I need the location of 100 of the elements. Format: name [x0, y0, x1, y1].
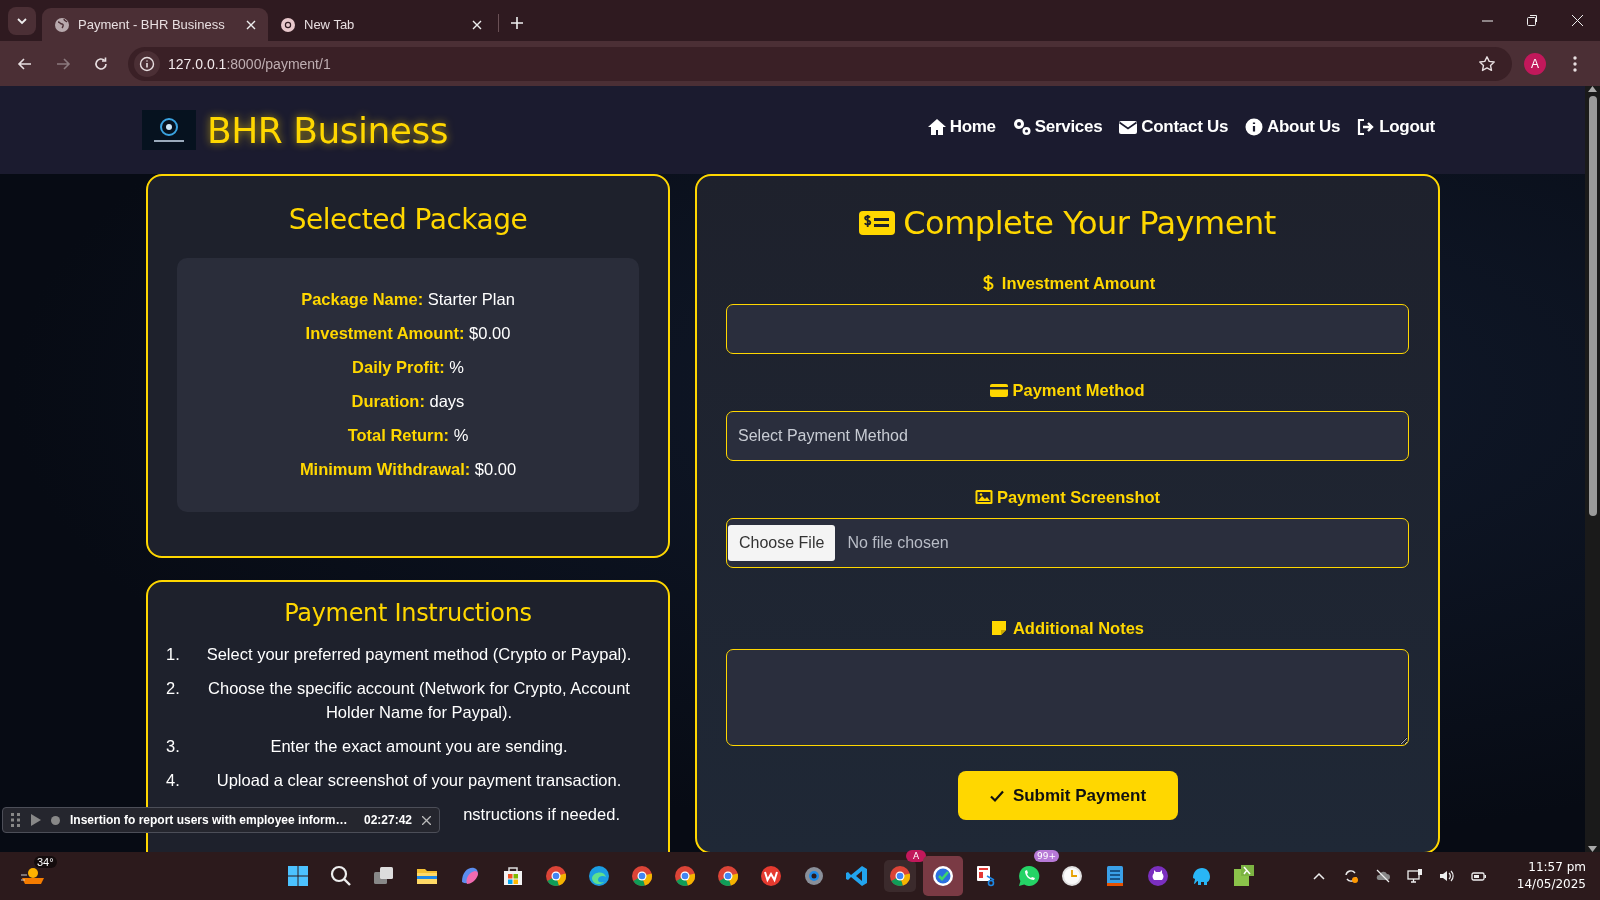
home-icon [926, 117, 947, 137]
reload-icon [93, 55, 109, 72]
globe-icon [54, 16, 70, 33]
package-detail: Investment Amount: $0.00 [304, 323, 512, 344]
brand-name: BHR Business [207, 109, 448, 151]
drag-handle-icon [11, 813, 21, 827]
taskbar-app-button[interactable] [923, 856, 963, 896]
chat-icon [1017, 864, 1041, 888]
amount-field[interactable] [726, 304, 1409, 354]
field-label: Payment Screenshot [996, 487, 1161, 507]
play-icon [31, 814, 41, 826]
close-icon [246, 19, 256, 30]
close-button[interactable] [422, 815, 431, 825]
step-number: 2. [166, 678, 181, 699]
weather-widget[interactable]: 34° [20, 856, 60, 896]
clock[interactable]: 11:57 pm 14/05/2025 [1512, 855, 1590, 897]
package-detail: Duration: days [350, 391, 466, 412]
temperature-text: 34° [34, 856, 57, 868]
browser-tab[interactable]: New Tab [268, 8, 494, 41]
step-number: 1. [166, 644, 181, 665]
forward-arrow-icon [55, 55, 71, 72]
nav-link[interactable]: About Us [1244, 117, 1341, 137]
browser-logo-icon [280, 16, 296, 33]
step-number: 3. [166, 736, 181, 757]
star-icon [1478, 54, 1496, 73]
file-input[interactable]: Choose File No file chosen [726, 518, 1409, 568]
close-icon [1572, 15, 1583, 26]
start-icon [286, 864, 310, 888]
store-icon [501, 864, 525, 888]
notification-badge: 99+ [1034, 850, 1059, 862]
url-text: 127.0.0.1:8000/payment/1 [168, 55, 332, 72]
tab-list-button[interactable] [8, 7, 36, 35]
file-status: No file chosen [847, 534, 949, 552]
instruction-text: Upload a clear screenshot of your payment transaction. [215, 770, 623, 791]
logo [142, 110, 196, 150]
nav-link[interactable]: Logout [1356, 117, 1435, 137]
package-detail: Daily Profit: % [351, 357, 465, 378]
time-text: 11:57 pm [1528, 859, 1586, 876]
cloud-off-icon [1374, 868, 1391, 884]
submit-button[interactable]: Submit Payment [957, 771, 1178, 820]
note-icon [990, 619, 1009, 637]
credit-card-icon [990, 381, 1009, 399]
browser-tab[interactable]: Payment - BHR Business [42, 8, 268, 41]
w-app-icon [759, 864, 783, 888]
taskbar-app-button[interactable] [884, 860, 916, 892]
instruction-text: Select your preferred payment method (Crypto or Paypal). [205, 644, 633, 665]
step-number: 4. [166, 770, 181, 791]
scrollbar[interactable] [1585, 86, 1600, 852]
card-title: Selected Package [287, 202, 529, 238]
card-title: Payment Instructions [283, 598, 533, 629]
card-title: Complete Your Payment [903, 203, 1276, 243]
field-label: Investment Amount [1001, 273, 1156, 293]
instruction-text: Choose the specific account (Network for Crypto, Account Holder Name for Paypal). [207, 678, 631, 723]
info-icon [139, 55, 155, 72]
checkmark-badge-icon [931, 864, 955, 888]
record-dot-icon [51, 815, 60, 825]
gears-icon [1011, 117, 1032, 137]
money-bill-icon [859, 210, 896, 236]
recording-time: 02:27:42 [363, 813, 412, 827]
instruction-text: nstructions if needed. [463, 804, 620, 825]
gear-icon [802, 864, 826, 888]
profile-avatar[interactable]: A [1524, 52, 1546, 75]
code-editor-icon [845, 864, 869, 888]
new-tab-button[interactable] [509, 15, 525, 31]
site-info-button[interactable] [134, 50, 160, 77]
nav-link[interactable]: Contact Us [1118, 117, 1229, 137]
package-detail: Minimum Withdrawal: $0.00 [298, 459, 518, 480]
image-icon [974, 488, 993, 506]
info-icon [1244, 117, 1265, 137]
close-icon [472, 19, 482, 30]
date-text: 14/05/2025 [1516, 876, 1586, 893]
clock-icon [1060, 864, 1084, 888]
address-bar[interactable]: 127.0.0.1:8000/payment/1 [128, 46, 1512, 81]
notes-field[interactable] [726, 649, 1409, 746]
sync-icon [1342, 868, 1359, 884]
restore-icon [1527, 15, 1538, 26]
network-icon [1406, 868, 1423, 884]
more-icon [1573, 55, 1577, 72]
choose-file-button[interactable]: Choose File [728, 525, 836, 561]
nav-link[interactable]: Home [926, 117, 996, 137]
back-arrow-icon [17, 55, 33, 72]
browser-icon [888, 864, 912, 888]
instruction-text: Enter the exact amount you are sending. [269, 736, 569, 757]
field-label: Payment Method [1012, 380, 1145, 400]
close-icon [422, 815, 431, 825]
weather-icon [20, 865, 46, 887]
nav-link[interactable]: Services [1011, 117, 1103, 137]
payment-method-dropdown[interactable]: Select Payment Method [726, 411, 1409, 461]
chevron-down-icon [16, 15, 28, 27]
lambda-icon [1232, 864, 1256, 888]
wave-browser-icon [587, 864, 611, 888]
browser-icon [716, 864, 740, 888]
play-button[interactable] [31, 814, 41, 826]
profile-badge: A [906, 850, 926, 862]
package-detail: Package Name: Starter Plan [300, 289, 516, 310]
speaker-icon [1438, 868, 1455, 884]
recording-title: Insertion fo report users with employee inform… [70, 813, 349, 827]
browser-icon [544, 864, 568, 888]
browser-icon [630, 864, 654, 888]
plus-icon [511, 17, 523, 29]
